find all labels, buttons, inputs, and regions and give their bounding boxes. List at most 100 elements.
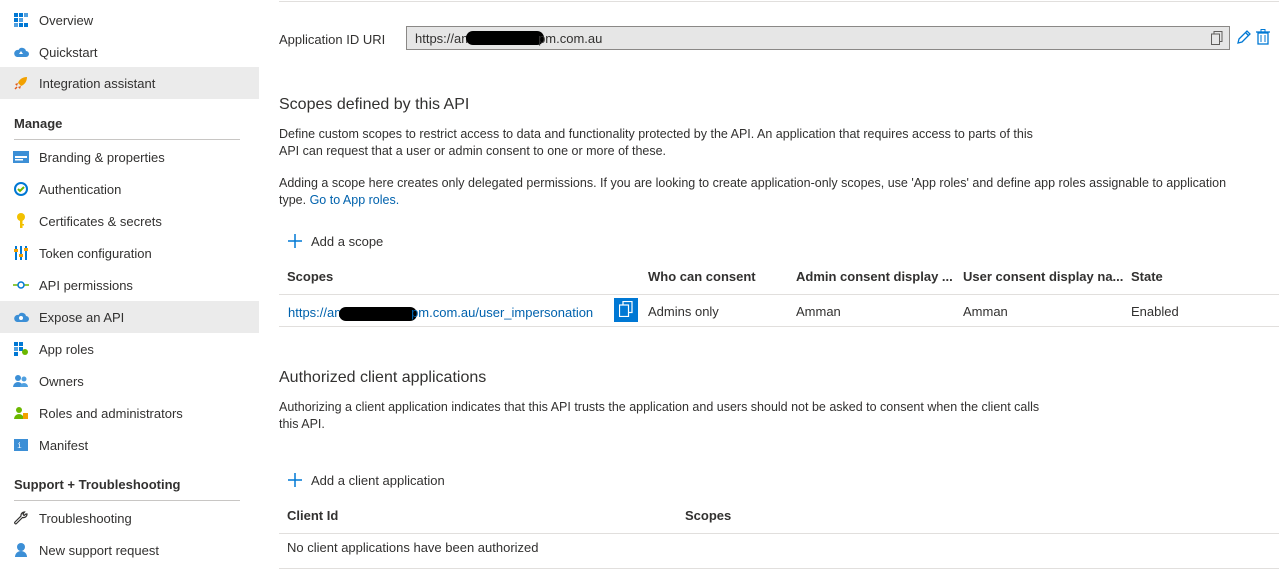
sidebar-item-label: Quickstart (39, 44, 98, 60)
authentication-icon (13, 181, 29, 197)
cloud-quickstart-icon (13, 44, 29, 60)
sidebar-item-expose-an-api[interactable]: Expose an API (0, 301, 259, 333)
sidebar-item-label: Authentication (39, 181, 122, 197)
plus-icon (287, 472, 303, 488)
state-cell: Enabled (1131, 304, 1179, 319)
divider (279, 533, 1279, 534)
scopes-desc-line: API can request that a user or admin con… (279, 144, 667, 158)
sidebar-item-label: Integration assistant (39, 75, 156, 91)
add-client-application-button[interactable]: Add a client application (287, 472, 445, 488)
sidebar-item-label: Roles and administrators (39, 405, 183, 421)
sidebar-item-app-roles[interactable]: App roles (0, 333, 259, 365)
copy-scope-button[interactable] (614, 298, 638, 322)
add-scope-label: Add a scope (311, 233, 384, 249)
scope-link[interactable]: https://am pm.com.au/user_impersonation (288, 305, 593, 321)
app-id-uri-value-start: https://am (415, 30, 473, 46)
app-roles-icon (13, 341, 29, 357)
sidebar-item-label: Manifest (39, 437, 89, 453)
copy-icon[interactable] (1211, 31, 1223, 45)
divider (279, 326, 1279, 327)
clients-description: Authorizing a client application indicat… (279, 399, 1039, 433)
main-content: Application ID URI https://am pm.com.au … (279, 0, 1279, 573)
column-header-scopes[interactable]: Scopes (287, 269, 333, 284)
column-header-admin-consent-display[interactable]: Admin consent display ... (796, 269, 953, 284)
user-display-cell: Amman (963, 304, 1008, 319)
go-to-app-roles-link[interactable]: Go to App roles. (310, 193, 400, 207)
sidebar-item-label: Certificates & secrets (39, 213, 162, 229)
redaction-mark (339, 306, 418, 321)
sidebar-item-api-permissions[interactable]: API permissions (0, 269, 259, 301)
sidebar-item-certificates[interactable]: Certificates & secrets (0, 205, 259, 237)
divider (279, 1, 1279, 2)
clients-desc-line: Authorizing a client application indicat… (279, 400, 1040, 414)
column-header-who-can-consent[interactable]: Who can consent (648, 269, 756, 284)
divider (14, 500, 240, 501)
sidebar-item-label: Token configuration (39, 245, 152, 261)
edit-pencil-icon[interactable] (1236, 29, 1252, 45)
divider (279, 294, 1279, 295)
rocket-icon (13, 75, 29, 91)
sidebar-item-owners[interactable]: Owners (0, 365, 259, 397)
sidebar-item-manifest[interactable]: i Manifest (0, 429, 259, 461)
sidebar-item-label: App roles (39, 341, 94, 357)
sidebar-item-label: Troubleshooting (39, 510, 132, 526)
overview-grid-icon (13, 12, 29, 28)
svg-text:i: i (17, 441, 22, 450)
divider (279, 568, 1279, 569)
who-can-consent-cell: Admins only (648, 304, 719, 319)
divider (14, 139, 240, 140)
redaction-mark (466, 31, 545, 45)
admin-display-cell: Amman (796, 304, 841, 319)
sidebar-item-label: Expose an API (39, 309, 125, 325)
app-id-uri-field[interactable]: https://am pm.com.au (406, 26, 1230, 50)
scopes-heading: Scopes defined by this API (279, 96, 470, 113)
sidebar-item-label: New support request (39, 542, 159, 558)
column-header-client-scopes[interactable]: Scopes (685, 508, 731, 523)
plus-icon (287, 233, 303, 249)
scopes-description: Define custom scopes to restrict access … (279, 126, 1033, 160)
sidebar-item-new-support-request[interactable]: New support request (0, 534, 259, 566)
wrench-icon (13, 510, 29, 526)
scope-value-end: pm.com.au/user_impersonation (411, 305, 594, 320)
sidebar-item-label: API permissions (39, 277, 133, 293)
copy-icon (618, 300, 633, 320)
sidebar-item-integration-assistant[interactable]: Integration assistant (0, 67, 259, 99)
sidebar-item-roles-administrators[interactable]: Roles and administrators (0, 397, 259, 429)
scopes-desc-line: Define custom scopes to restrict access … (279, 127, 1033, 141)
sidebar-item-quickstart[interactable]: Quickstart (0, 36, 259, 68)
sidebar-item-label: Branding & properties (39, 149, 165, 165)
roles-admin-icon (13, 405, 29, 421)
app-roles-note: Adding a scope here creates only delegat… (279, 175, 1226, 209)
delete-trash-icon[interactable] (1256, 29, 1272, 45)
clients-desc-line: this API. (279, 417, 325, 431)
sidebar-item-branding[interactable]: Branding & properties (0, 141, 259, 173)
sidebar-item-token-configuration[interactable]: Token configuration (0, 237, 259, 269)
add-client-label: Add a client application (311, 472, 445, 488)
token-config-icon (13, 245, 29, 261)
api-permissions-icon (13, 277, 29, 293)
app-roles-note-line: Adding a scope here creates only delegat… (279, 176, 1227, 190)
support-person-icon (13, 542, 29, 558)
app-id-uri-label: Application ID URI (279, 32, 386, 47)
manage-heading: Manage (14, 116, 63, 131)
column-header-client-id[interactable]: Client Id (287, 508, 338, 523)
support-heading: Support + Troubleshooting (14, 477, 181, 492)
sidebar-item-troubleshooting[interactable]: Troubleshooting (0, 502, 259, 534)
app-roles-note-prefix: type. (279, 193, 310, 207)
sidebar: Overview Quickstart Integration assistan… (0, 0, 259, 573)
sidebar-item-label: Overview (39, 12, 94, 28)
sidebar-item-overview[interactable]: Overview (0, 4, 259, 36)
add-scope-button[interactable]: Add a scope (287, 233, 383, 249)
sidebar-item-authentication[interactable]: Authentication (0, 173, 259, 205)
clients-heading: Authorized client applications (279, 369, 487, 386)
owners-icon (13, 373, 29, 389)
key-icon (13, 213, 29, 229)
sidebar-item-label: Owners (39, 373, 84, 389)
app-id-uri-value-end: pm.com.au (538, 30, 603, 46)
scope-value-start: https://am (288, 305, 346, 320)
column-header-state[interactable]: State (1131, 269, 1163, 284)
cloud-api-icon (13, 309, 29, 325)
column-header-user-consent-display[interactable]: User consent display na... (963, 269, 1123, 284)
empty-clients-message: No client applications have been authori… (287, 540, 539, 555)
manifest-icon: i (13, 437, 29, 453)
